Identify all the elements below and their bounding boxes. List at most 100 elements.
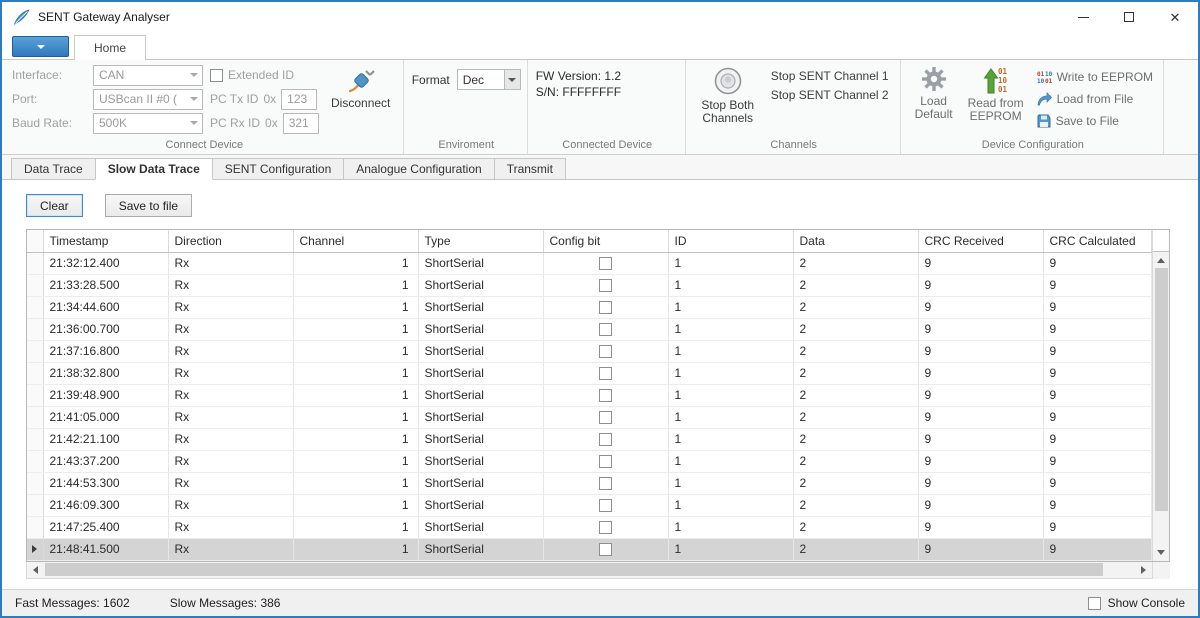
config-bit-checkbox[interactable] bbox=[599, 477, 612, 490]
config-bit-checkbox[interactable] bbox=[599, 543, 612, 556]
scroll-up-button[interactable] bbox=[1153, 252, 1170, 268]
show-console-checkbox[interactable] bbox=[1088, 597, 1101, 610]
grid-header-row: TimestampDirectionChannelTypeConfig bitI… bbox=[27, 230, 1152, 252]
config-bit-checkbox[interactable] bbox=[599, 411, 612, 424]
save-to-file-trace-button[interactable]: Save to file bbox=[105, 194, 192, 217]
table-row[interactable]: 21:46:09.300Rx1ShortSerial1299 bbox=[27, 494, 1152, 516]
row-selector[interactable] bbox=[27, 296, 43, 318]
cell-type: ShortSerial bbox=[418, 340, 543, 362]
cell-config-bit bbox=[543, 340, 668, 362]
table-row[interactable]: 21:33:28.500Rx1ShortSerial1299 bbox=[27, 274, 1152, 296]
load-from-file-button[interactable]: Load from File bbox=[1033, 89, 1157, 108]
horizontal-scrollbar-row bbox=[26, 562, 1170, 579]
column-header[interactable]: ID bbox=[668, 230, 793, 252]
config-bit-checkbox[interactable] bbox=[599, 389, 612, 402]
write-to-eeprom-button[interactable]: 01 10 10 01 Write to EEPROM bbox=[1033, 67, 1157, 86]
table-row[interactable]: 21:37:16.800Rx1ShortSerial1299 bbox=[27, 340, 1152, 362]
stop-sent-channel-1-button[interactable]: Stop SENT Channel 1 bbox=[766, 66, 894, 85]
row-selector[interactable] bbox=[27, 516, 43, 538]
tab-data-trace[interactable]: Data Trace bbox=[11, 158, 96, 180]
pc-tx-id-field[interactable] bbox=[281, 89, 317, 110]
column-header[interactable]: CRC Calculated bbox=[1043, 230, 1152, 252]
column-header[interactable]: Direction bbox=[168, 230, 293, 252]
app-menu-button[interactable] bbox=[12, 36, 69, 57]
row-selector[interactable] bbox=[27, 494, 43, 516]
row-selector[interactable] bbox=[27, 428, 43, 450]
tab-slow-data-trace[interactable]: Slow Data Trace bbox=[95, 158, 213, 180]
table-row[interactable]: 21:44:53.300Rx1ShortSerial1299 bbox=[27, 472, 1152, 494]
config-bit-checkbox[interactable] bbox=[599, 367, 612, 380]
cell-crc-calculated: 9 bbox=[1043, 538, 1152, 560]
table-row[interactable]: 21:36:00.700Rx1ShortSerial1299 bbox=[27, 318, 1152, 340]
disconnect-button[interactable]: Disconnect bbox=[325, 63, 397, 137]
config-bit-checkbox[interactable] bbox=[599, 455, 612, 468]
scroll-right-button[interactable] bbox=[1135, 562, 1152, 578]
tab-transmit[interactable]: Transmit bbox=[494, 158, 566, 180]
interface-combo[interactable]: CAN bbox=[93, 65, 203, 86]
table-row[interactable]: 21:34:44.600Rx1ShortSerial1299 bbox=[27, 296, 1152, 318]
column-header[interactable]: CRC Received bbox=[918, 230, 1043, 252]
column-header[interactable]: Channel bbox=[293, 230, 418, 252]
config-bit-checkbox[interactable] bbox=[599, 433, 612, 446]
minimize-button[interactable] bbox=[1060, 2, 1106, 32]
row-selector[interactable] bbox=[27, 450, 43, 472]
row-selector[interactable] bbox=[27, 538, 43, 560]
vertical-scroll-thumb[interactable] bbox=[1155, 268, 1168, 511]
config-bit-checkbox[interactable] bbox=[599, 521, 612, 534]
config-bit-checkbox[interactable] bbox=[599, 301, 612, 314]
column-header[interactable]: Config bit bbox=[543, 230, 668, 252]
config-bit-checkbox[interactable] bbox=[599, 257, 612, 270]
maximize-button[interactable] bbox=[1106, 2, 1152, 32]
row-selector[interactable] bbox=[27, 318, 43, 340]
cell-channel: 1 bbox=[293, 340, 418, 362]
row-selector[interactable] bbox=[27, 274, 43, 296]
table-row[interactable]: 21:32:12.400Rx1ShortSerial1299 bbox=[27, 252, 1152, 274]
config-bit-checkbox[interactable] bbox=[599, 499, 612, 512]
save-to-file-button[interactable]: Save to File bbox=[1033, 111, 1157, 130]
cell-data: 2 bbox=[793, 252, 918, 274]
column-header[interactable]: Data bbox=[793, 230, 918, 252]
pc-rx-id-field[interactable] bbox=[283, 113, 319, 134]
vertical-scrollbar[interactable] bbox=[1152, 230, 1169, 561]
close-button[interactable]: ✕ bbox=[1152, 2, 1198, 32]
horizontal-scrollbar[interactable] bbox=[26, 562, 1153, 579]
cell-timestamp: 21:36:00.700 bbox=[43, 318, 168, 340]
baud-rate-combo[interactable]: 500K bbox=[93, 113, 203, 134]
row-selector[interactable] bbox=[27, 472, 43, 494]
load-default-button[interactable]: Load Default bbox=[909, 63, 959, 137]
row-selector[interactable] bbox=[27, 406, 43, 428]
table-row[interactable]: 21:42:21.100Rx1ShortSerial1299 bbox=[27, 428, 1152, 450]
tab-analogue-configuration[interactable]: Analogue Configuration bbox=[343, 158, 494, 180]
triangle-right-icon bbox=[1141, 566, 1146, 574]
config-bit-checkbox[interactable] bbox=[599, 345, 612, 358]
table-row[interactable]: 21:38:32.800Rx1ShortSerial1299 bbox=[27, 362, 1152, 384]
table-row[interactable]: 21:43:37.200Rx1ShortSerial1299 bbox=[27, 450, 1152, 472]
row-selector[interactable] bbox=[27, 252, 43, 274]
tab-home[interactable]: Home bbox=[74, 35, 146, 60]
table-row[interactable]: 21:48:41.500Rx1ShortSerial1299 bbox=[27, 538, 1152, 560]
extended-id-checkbox[interactable] bbox=[210, 69, 223, 82]
row-selector[interactable] bbox=[27, 362, 43, 384]
cell-crc-received: 9 bbox=[918, 428, 1043, 450]
horizontal-scroll-thumb[interactable] bbox=[45, 563, 1103, 576]
column-header[interactable]: Timestamp bbox=[43, 230, 168, 252]
clear-button[interactable]: Clear bbox=[26, 194, 83, 217]
scroll-down-button[interactable] bbox=[1153, 545, 1170, 561]
column-header[interactable]: Type bbox=[418, 230, 543, 252]
read-from-eeprom-button[interactable]: 01 10 01 Read from EEPROM bbox=[963, 63, 1029, 137]
tab-sent-configuration[interactable]: SENT Configuration bbox=[212, 158, 345, 180]
scroll-left-button[interactable] bbox=[27, 562, 44, 578]
row-selector[interactable] bbox=[27, 340, 43, 362]
table-row[interactable]: 21:39:48.900Rx1ShortSerial1299 bbox=[27, 384, 1152, 406]
port-combo[interactable]: USBcan II #0 ( bbox=[93, 89, 203, 110]
format-combo[interactable]: Dec bbox=[457, 69, 521, 90]
table-row[interactable]: 21:47:25.400Rx1ShortSerial1299 bbox=[27, 516, 1152, 538]
config-bit-checkbox[interactable] bbox=[599, 279, 612, 292]
config-bit-checkbox[interactable] bbox=[599, 323, 612, 336]
table-row[interactable]: 21:41:05.000Rx1ShortSerial1299 bbox=[27, 406, 1152, 428]
row-selector[interactable] bbox=[27, 384, 43, 406]
stop-sent-channel-2-button[interactable]: Stop SENT Channel 2 bbox=[766, 85, 894, 104]
read-eeprom-icon: 01 10 01 bbox=[981, 66, 1011, 94]
stop-both-channels-button[interactable]: Stop Both Channels bbox=[694, 63, 762, 137]
cell-direction: Rx bbox=[168, 428, 293, 450]
